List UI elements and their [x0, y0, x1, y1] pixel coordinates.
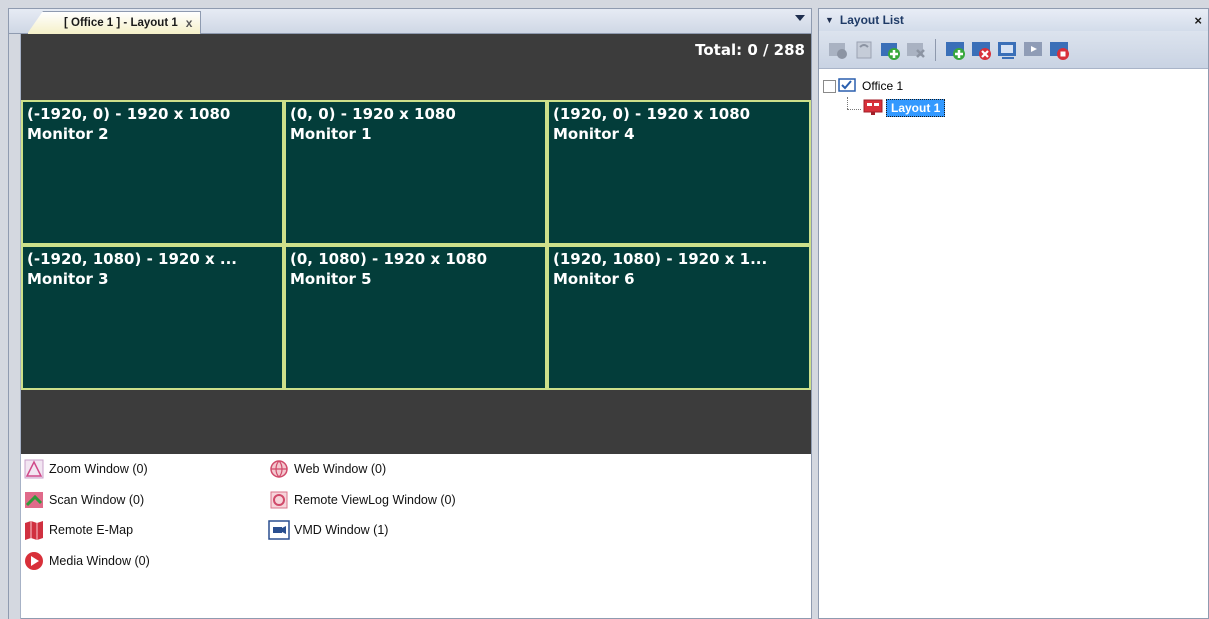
tab-list-dropdown-icon[interactable] [795, 15, 805, 21]
stop-layout-icon[interactable] [1048, 39, 1070, 61]
remote-viewlog-label: Remote ViewLog Window (0) [294, 493, 456, 507]
monitor-name: Monitor 5 [290, 270, 372, 288]
monitor-resolution: (-1920, 1080) - 1920 x ... [27, 250, 237, 268]
layout-toolbar [819, 31, 1208, 69]
panel-menu-icon[interactable]: ▼ [825, 15, 834, 25]
toolbar-separator [935, 38, 936, 61]
monitor-grid: (-1920, 0) - 1920 x 1080 Monitor 2 (0, 0… [21, 100, 811, 390]
media-window-item[interactable]: Media Window (0) [23, 549, 150, 573]
office-label: Office 1 [862, 79, 904, 93]
monitor-group-icon [838, 78, 856, 92]
layout-list-panel: ▼ Layout List × Office 1 Layout 1 [818, 8, 1209, 619]
map-icon [25, 521, 43, 540]
panel-header: ▼ Layout List × [819, 9, 1208, 31]
layout-icon [863, 99, 883, 115]
web-window-label: Web Window (0) [294, 462, 387, 476]
monitor-resolution: (1920, 1080) - 1920 x 1... [553, 250, 768, 268]
monitor-name: Monitor 1 [290, 125, 372, 143]
scan-window-icon [25, 492, 43, 508]
monitor-resolution: (0, 0) - 1920 x 1080 [290, 105, 456, 123]
zoom-window-label: Zoom Window (0) [49, 462, 148, 476]
layout-tree: Office 1 Layout 1 [819, 69, 1208, 125]
media-window-label: Media Window (0) [49, 554, 150, 568]
layout-canvas[interactable]: Total: 0 / 288 (-1920, 0) - 1920 x 1080 … [21, 34, 811, 454]
remove-group-icon[interactable] [905, 39, 927, 61]
vmd-window-label: VMD Window (1) [294, 523, 389, 537]
zoom-window-item[interactable]: Zoom Window (0) [23, 457, 148, 481]
scan-window-label: Scan Window (0) [49, 493, 145, 507]
web-window-item[interactable]: Web Window (0) [268, 457, 386, 481]
panel-title: Layout List [839, 13, 904, 27]
globe-icon [270, 460, 288, 478]
monitor-resolution: (1920, 0) - 1920 x 1080 [553, 105, 751, 123]
monitor-tile[interactable]: (0, 1080) - 1920 x 1080 Monitor 5 [284, 245, 547, 390]
monitor-tile[interactable]: (-1920, 0) - 1920 x 1080 Monitor 2 [21, 100, 284, 245]
vmd-window-item[interactable]: VMD Window (1) [268, 518, 388, 542]
viewlog-icon [270, 491, 288, 509]
play-layout-icon[interactable] [1022, 39, 1044, 61]
monitor-name: Monitor 2 [27, 125, 109, 143]
tree-connector-vertical [847, 97, 848, 109]
left-splitter[interactable] [9, 34, 21, 619]
office-checkbox[interactable] [823, 79, 836, 93]
monitor-tile[interactable]: (0, 0) - 1920 x 1080 Monitor 1 [284, 100, 547, 245]
scan-window-item[interactable]: Scan Window (0) [23, 488, 144, 512]
monitor-name: Monitor 4 [553, 125, 635, 143]
monitor-resolution: (0, 1080) - 1920 x 1080 [290, 250, 488, 268]
window-type-list: Zoom Window (0) Scan Window (0) Remote E… [21, 454, 811, 618]
connect-icon[interactable] [853, 39, 875, 61]
tab-title: [ Office 1 ] - Layout 1 [64, 17, 178, 29]
tree-node-layout[interactable]: Layout 1 [823, 97, 1204, 119]
add-layout-icon[interactable] [944, 39, 966, 61]
tab-office1-layout1[interactable]: [ Office 1 ] - Layout 1 x [27, 11, 202, 34]
monitor-tile[interactable]: (1920, 0) - 1920 x 1080 Monitor 4 [547, 100, 811, 245]
remote-viewlog-item[interactable]: Remote ViewLog Window (0) [268, 488, 456, 512]
edit-layout-icon[interactable] [996, 39, 1018, 61]
tab-close-icon[interactable]: x [186, 16, 193, 30]
total-counter: Total: 0 / 288 [695, 41, 805, 59]
vmd-camera-icon [268, 520, 290, 540]
delete-layout-icon[interactable] [970, 39, 992, 61]
zoom-window-icon [24, 459, 44, 479]
monitor-tile[interactable]: (1920, 1080) - 1920 x 1... Monitor 6 [547, 245, 811, 390]
monitor-tile[interactable]: (-1920, 1080) - 1920 x ... Monitor 3 [21, 245, 284, 390]
play-icon [25, 552, 43, 570]
panel-close-icon[interactable]: × [1194, 13, 1202, 28]
tree-node-office[interactable]: Office 1 [823, 75, 1204, 97]
remote-emap-item[interactable]: Remote E-Map [23, 518, 133, 542]
document-tabstrip: [ Office 1 ] - Layout 1 x [9, 9, 811, 34]
monitor-resolution: (-1920, 0) - 1920 x 1080 [27, 105, 231, 123]
layout-label: Layout 1 [886, 99, 946, 117]
tree-connector-horizontal [847, 109, 861, 110]
remote-emap-label: Remote E-Map [49, 523, 134, 537]
monitor-name: Monitor 6 [553, 270, 635, 288]
app-window: [ Office 1 ] - Layout 1 x Total: 0 / 288… [0, 0, 1209, 619]
monitor-name: Monitor 3 [27, 270, 109, 288]
layout-editor-pane: [ Office 1 ] - Layout 1 x Total: 0 / 288… [8, 8, 812, 619]
settings-icon[interactable] [827, 39, 849, 61]
add-group-icon[interactable] [879, 39, 901, 61]
